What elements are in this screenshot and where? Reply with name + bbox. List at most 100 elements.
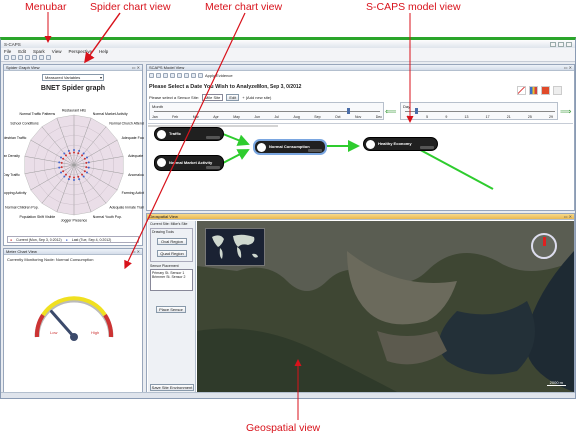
panel-controls-icon[interactable]: ▭ ✕ (132, 65, 142, 70)
panel-controls-icon[interactable]: ▭ ✕ (564, 214, 574, 219)
spider-point-last (63, 175, 66, 178)
redo-icon[interactable] (32, 55, 37, 60)
menu-view[interactable]: View (52, 49, 62, 54)
spider-point-last (67, 149, 70, 152)
save-icon[interactable] (170, 73, 175, 78)
spider-axis-label: Normal Market Activity (93, 112, 128, 116)
node-economy[interactable]: Healthy Economy (363, 137, 438, 151)
menu-edit[interactable]: Edit (18, 49, 26, 54)
callout-spider: Spider chart view (90, 1, 171, 13)
open-icon[interactable] (163, 73, 168, 78)
callout-menubar: Menubar (25, 1, 67, 13)
main-toolbar (1, 54, 575, 62)
panel-controls-icon[interactable]: ▭ ✕ (132, 249, 142, 254)
spider-point-current (83, 157, 86, 160)
arrow-right-icon[interactable]: ⟹ (560, 107, 571, 116)
legend-last-icon: ● (65, 237, 68, 242)
add-site-link[interactable]: + (Add new site) (242, 95, 271, 100)
spider-point-current (85, 161, 88, 164)
close-button[interactable] (566, 41, 572, 47)
sensor-select[interactable]: Mile Site (202, 94, 224, 101)
menu-spark[interactable]: Spark (33, 49, 45, 54)
spider-point-current (77, 175, 80, 178)
apply-evidence-button[interactable]: Apply Evidence (205, 73, 233, 78)
gauge-low-label: Low (50, 330, 58, 335)
spider-point-current (64, 154, 67, 157)
panel-controls-icon[interactable]: ▭ ✕ (564, 65, 574, 70)
flag-icon[interactable] (191, 73, 196, 78)
cursor-icon[interactable] (198, 73, 203, 78)
month-tick: Sep (314, 115, 321, 119)
variables-dropdown[interactable]: Measured Variables ▾ (42, 74, 104, 81)
refresh-icon[interactable] (149, 73, 154, 78)
sensor-row: Please select a Sensor Site: Mile Site E… (149, 94, 271, 101)
open-icon[interactable] (11, 55, 16, 60)
gauge-high-zone (103, 313, 114, 338)
spider-point-last (87, 161, 90, 164)
spider-point-last (73, 149, 75, 151)
compass-needle (543, 237, 546, 246)
copy-icon[interactable] (39, 55, 44, 60)
spider-axis-label: Jogger Presence (61, 219, 88, 223)
day-tick: 29 (549, 115, 553, 119)
quad-region-button[interactable]: Quad Region (157, 250, 187, 257)
geo-panel: Geospatial View ▭ ✕ Current Site: Mike's … (146, 213, 575, 393)
settings-icon[interactable] (177, 73, 182, 78)
day-slider[interactable]: Day 1 5 9 13 17 21 25 29 (400, 102, 558, 120)
spider-axis-label: Restaurant Hits (62, 109, 86, 113)
maximize-button[interactable] (558, 41, 564, 47)
spider-axis-label: Adequate Fuel (128, 154, 144, 158)
arrow-left-icon[interactable]: ⟸ (385, 107, 396, 116)
save-icon[interactable] (18, 55, 23, 60)
line-chart-icon[interactable] (517, 86, 526, 95)
spider-axis-label: Adequate Inmate Training (109, 206, 144, 210)
edit-button[interactable]: Edit (226, 94, 240, 101)
delete-icon[interactable] (46, 55, 51, 60)
sensor-list[interactable]: Primary St. Sensor 1 Brimmer St. Sensor … (150, 269, 193, 291)
legend-current: Current (Mon, Sep 3, 0:2012) (16, 237, 62, 242)
node-icon (366, 140, 375, 149)
spider-point-current (85, 166, 88, 169)
node-consumption[interactable]: Normal Consumption (253, 139, 327, 155)
globe-icon[interactable] (184, 73, 189, 78)
menu-perspective[interactable]: Perspective (68, 49, 92, 54)
model-toolbar: Apply Evidence (149, 73, 233, 78)
spider-point-current (60, 166, 63, 169)
gauge-track (34, 297, 114, 338)
day-tick: 9 (445, 115, 448, 119)
callout-scaps: S-CAPS model view (366, 1, 461, 13)
month-tick: Dec (375, 115, 382, 119)
color-chart-icon[interactable] (541, 86, 550, 95)
place-sensor-button[interactable]: Place Sensor (156, 306, 186, 313)
undo-icon[interactable] (25, 55, 30, 60)
month-slider-thumb[interactable] (347, 108, 350, 114)
day-slider-thumb[interactable] (415, 108, 418, 114)
spider-point-current (73, 151, 75, 154)
selected-date: Mon, Sep 3, 0/2012 (257, 84, 302, 90)
menu-file[interactable]: File (4, 49, 11, 54)
spider-axis-label: Pedestrian Traffic (4, 136, 27, 140)
compass-icon[interactable] (531, 233, 557, 259)
new-icon[interactable] (156, 73, 161, 78)
spider-panel: Spider Graph View ▭ ✕ Measured Variables ▾… (3, 64, 144, 246)
menu-help[interactable]: Help (99, 49, 108, 54)
bar-chart-icon[interactable] (529, 86, 538, 95)
save-site-button[interactable]: Save Site Environment (150, 384, 194, 391)
spider-point-current (64, 173, 67, 176)
node-icon (157, 158, 166, 167)
spider-point-last (78, 149, 81, 152)
day-tick: 25 (527, 115, 532, 119)
new-icon[interactable] (4, 55, 9, 60)
spider-axis-label: Farming Activity (122, 191, 144, 195)
satellite-map[interactable]: 2000 m (197, 221, 574, 392)
month-slider[interactable]: Month Jan Feb Mar Apr May Jun Jul Aug Sep Oct Nov D… (149, 102, 384, 120)
world-minimap[interactable] (205, 228, 265, 266)
sensor-label: Please select a Sensor Site: (149, 95, 200, 100)
oval-region-button[interactable]: Oval Region (157, 238, 187, 245)
minimize-button[interactable] (550, 41, 556, 47)
sensor-list-item[interactable]: Brimmer St. Sensor 2 (152, 275, 191, 279)
node-market[interactable]: Normal Market Activity (154, 155, 224, 171)
trend-chart-icon[interactable] (553, 86, 562, 95)
node-traffic[interactable]: Traffic (154, 127, 224, 141)
spider-axis-label: Pedestrian Density (4, 154, 20, 158)
